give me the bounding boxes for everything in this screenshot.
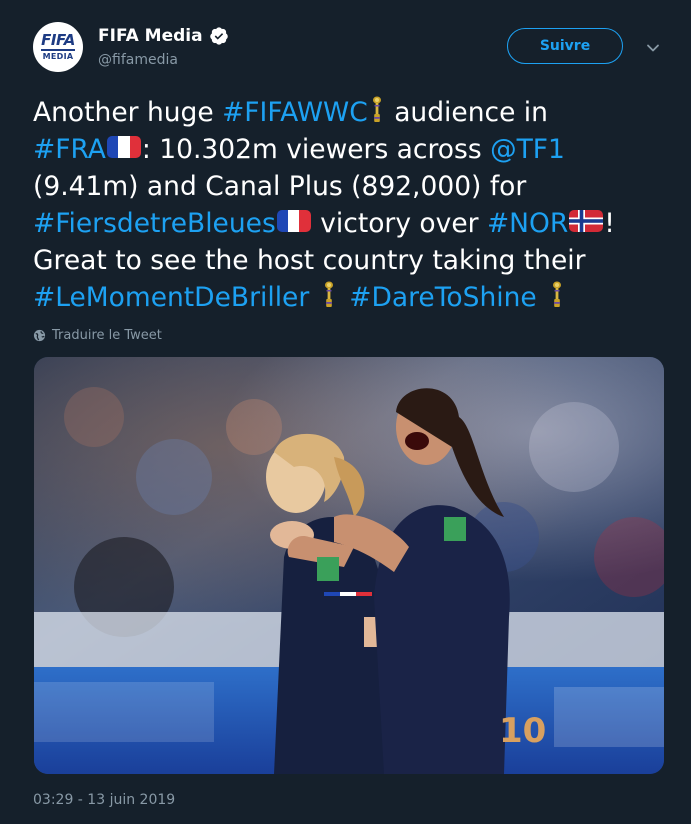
trophy-icon xyxy=(372,96,381,122)
mention-link[interactable]: @TF1 xyxy=(490,134,565,165)
tweet-timestamp[interactable]: 03:29 - 13 juin 2019 xyxy=(33,792,175,808)
chevron-down-icon[interactable] xyxy=(645,40,661,56)
hashtag-link[interactable]: #FIFAWWC xyxy=(222,97,368,128)
avatar-logo-subtext: MEDIA xyxy=(42,51,74,61)
follow-button[interactable]: Suivre xyxy=(507,28,623,64)
tweet-line: Great to see the host country taking the… xyxy=(33,242,663,279)
tweet-line: Another huge #FIFAWWC audience in xyxy=(33,94,663,131)
france-flag-icon xyxy=(276,210,311,232)
tweet-text-segment: : 10.302m viewers across xyxy=(141,134,491,165)
tweet-text: Another huge #FIFAWWC audience in #FRA : … xyxy=(33,94,663,316)
translate-label: Traduire le Tweet xyxy=(52,328,162,343)
hashtag-link[interactable]: #LeMomentDeBriller xyxy=(33,282,309,313)
translate-tweet-link[interactable]: Traduire le Tweet xyxy=(33,328,162,343)
tweet-text-segment: (9.41m) and Canal Plus (892,000) for xyxy=(33,171,527,202)
hashtag-link[interactable]: #FRA xyxy=(33,134,106,165)
avatar-logo-text: FIFA xyxy=(41,30,75,51)
trophy-icon xyxy=(552,281,561,307)
tweet-text-segment: ! xyxy=(604,208,615,239)
hashtag-link[interactable]: #NOR xyxy=(487,208,568,239)
norway-flag-icon xyxy=(569,210,604,232)
tweet-text-segment: victory over xyxy=(311,208,487,239)
tweet-line: #FRA : 10.302m viewers across @TF1 xyxy=(33,131,663,168)
jersey-number: 10 xyxy=(499,711,546,751)
hashtag-link[interactable]: #DareToShine xyxy=(349,282,536,313)
handle[interactable]: @fifamedia xyxy=(98,52,178,68)
tweet-line: (9.41m) and Canal Plus (892,000) for xyxy=(33,168,663,205)
trophy-icon xyxy=(325,281,334,307)
tweet-photo[interactable]: 10 xyxy=(34,357,664,774)
avatar[interactable]: FIFA MEDIA xyxy=(33,22,83,72)
tweet-text-segment: audience in xyxy=(385,97,548,128)
tweet-line: #FiersdetreBleues victory over #NOR! xyxy=(33,205,663,242)
display-name[interactable]: FIFA Media xyxy=(98,26,203,46)
name-row: FIFA Media xyxy=(98,26,229,46)
tweet-text-segment: Great to see the host country taking the… xyxy=(33,245,586,276)
tweet-header: FIFA MEDIA FIFA Media @fifamedia Suivre xyxy=(0,0,691,90)
verified-badge-icon xyxy=(209,27,228,45)
france-flag-icon xyxy=(106,136,141,158)
globe-icon xyxy=(33,329,46,342)
tweet-line: #LeMomentDeBriller #DareToShine xyxy=(33,279,663,316)
celebrating-players-image: 10 xyxy=(34,357,664,774)
tweet-text-segment: Another huge xyxy=(33,97,223,128)
hashtag-link[interactable]: #FiersdetreBleues xyxy=(33,208,276,239)
